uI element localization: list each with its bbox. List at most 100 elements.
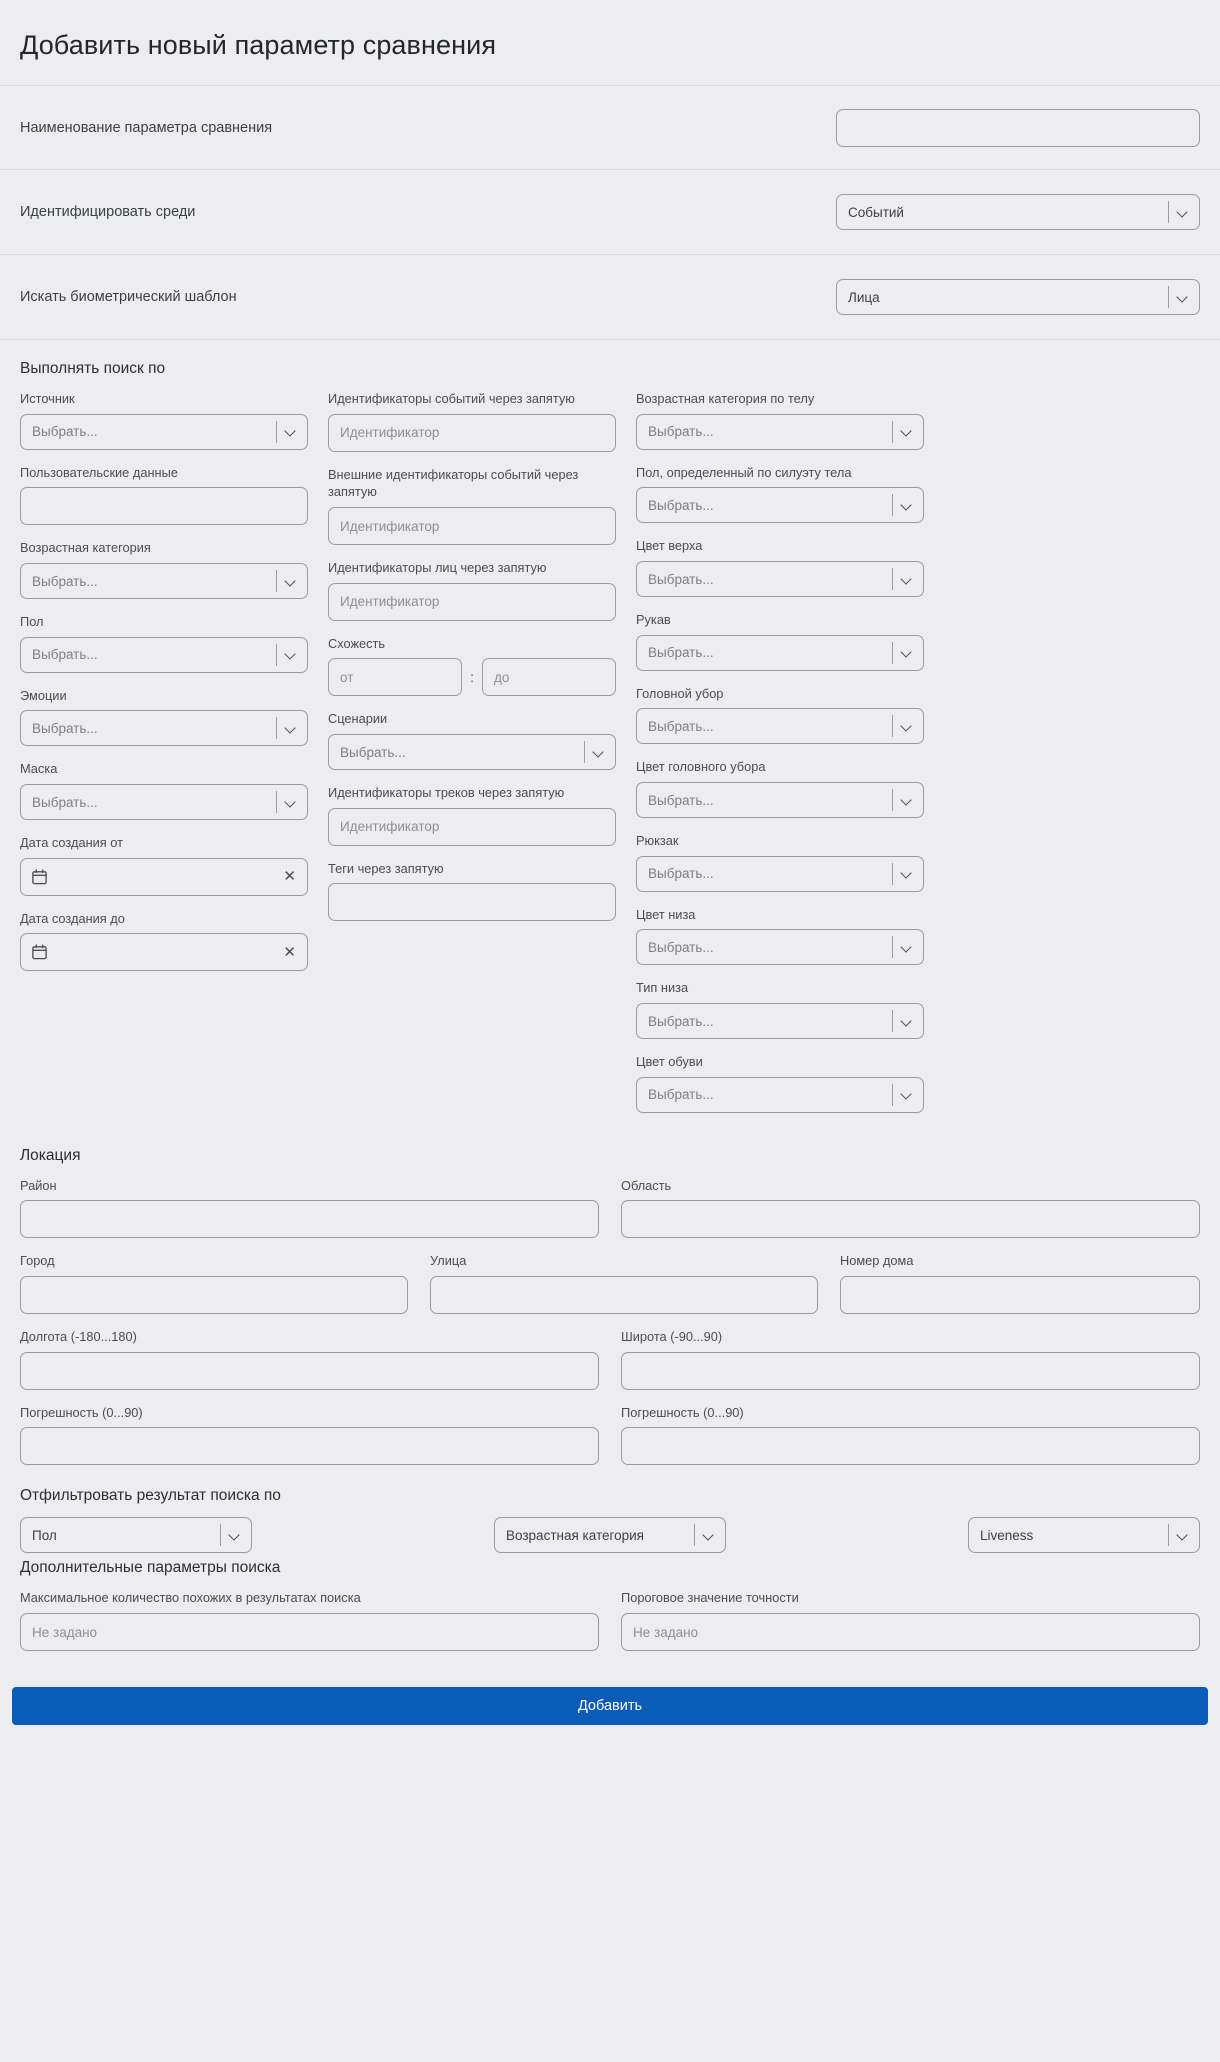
label-backpack: Рюкзак: [636, 833, 679, 849]
clear-icon[interactable]: ✕: [283, 869, 296, 884]
gender-select[interactable]: Выбрать...: [20, 636, 308, 673]
user-data-input[interactable]: [20, 487, 308, 526]
sleeve-select[interactable]: Выбрать...: [636, 634, 924, 671]
label-similarity: Схожесть: [328, 635, 386, 651]
chevron-down-icon[interactable]: [892, 420, 923, 443]
comparison-name-input[interactable]: [836, 108, 1200, 147]
upper-color-value: Выбрать...: [648, 571, 714, 587]
chevron-down-icon[interactable]: [276, 717, 307, 740]
external-event-ids-input[interactable]: Идентификатор: [328, 507, 616, 546]
backpack-select[interactable]: Выбрать...: [636, 855, 924, 892]
chevron-down-icon[interactable]: [276, 791, 307, 814]
similarity-from-input[interactable]: от: [328, 658, 463, 697]
field-sleeve: Рукав Выбрать...: [636, 611, 924, 671]
body-age-category-select[interactable]: Выбрать...: [636, 413, 924, 450]
label-headwear-color: Цвет головного убора: [636, 759, 766, 775]
label-body-gender: Пол, определенный по силуэту тела: [636, 464, 852, 480]
chevron-down-icon[interactable]: [276, 420, 307, 443]
city-input[interactable]: [20, 1276, 408, 1315]
lower-color-select[interactable]: Выбрать...: [636, 929, 924, 966]
shoe-color-select[interactable]: Выбрать...: [636, 1076, 924, 1113]
latitude-input[interactable]: [621, 1351, 1200, 1390]
label-shoe-color: Цвет обуви: [636, 1054, 703, 1070]
street-input[interactable]: [430, 1276, 818, 1315]
chevron-down-icon[interactable]: [276, 570, 307, 593]
district-input[interactable]: [20, 1200, 599, 1239]
filter-gender-select[interactable]: Пол: [20, 1517, 252, 1554]
event-ids-input[interactable]: Идентификатор: [328, 413, 616, 452]
scenarios-select[interactable]: Выбрать...: [328, 734, 616, 771]
add-button[interactable]: Добавить: [12, 1687, 1208, 1725]
source-select[interactable]: Выбрать...: [20, 413, 308, 450]
chevron-down-icon[interactable]: [892, 1083, 923, 1106]
body-gender-select[interactable]: Выбрать...: [636, 487, 924, 524]
created-from-date-input[interactable]: ✕: [20, 857, 308, 896]
label-tags: Теги через запятую: [328, 860, 444, 876]
region-input[interactable]: [621, 1200, 1200, 1239]
chevron-down-icon[interactable]: [1168, 201, 1199, 224]
chevron-down-icon[interactable]: [584, 741, 615, 764]
mask-select[interactable]: Выбрать...: [20, 784, 308, 821]
headwear-color-select[interactable]: Выбрать...: [636, 782, 924, 819]
chevron-down-icon[interactable]: [892, 715, 923, 738]
chevron-down-icon[interactable]: [892, 641, 923, 664]
tags-input[interactable]: [328, 883, 616, 922]
track-ids-input[interactable]: Идентификатор: [328, 807, 616, 846]
chevron-down-icon[interactable]: [892, 862, 923, 885]
chevron-down-icon[interactable]: [892, 568, 923, 591]
label-identify-among: Идентифицировать среди: [20, 204, 196, 221]
search-column-left: Источник Выбрать... Пользовательские дан…: [20, 390, 308, 985]
filter-section-title: Отфильтровать результат поиска по: [20, 1487, 281, 1505]
field-longitude: Долгота (-180...180): [20, 1328, 599, 1390]
filter-liveness-select[interactable]: Liveness: [968, 1517, 1200, 1554]
search-fields-grid: Источник Выбрать... Пользовательские дан…: [20, 390, 1200, 1127]
label-upper-color: Цвет верха: [636, 538, 703, 554]
label-body-age-category: Возрастная категория по телу: [636, 391, 815, 407]
field-body-age-category: Возрастная категория по телу Выбрать...: [636, 390, 924, 450]
longitude-input[interactable]: [20, 1351, 599, 1390]
max-similar-placeholder: Не задано: [32, 1624, 98, 1640]
label-latitude: Широта (-90...90): [621, 1329, 723, 1345]
filter-liveness-cell: Liveness: [968, 1517, 1200, 1554]
face-ids-input[interactable]: Идентификатор: [328, 582, 616, 621]
chevron-down-icon[interactable]: [892, 1010, 923, 1033]
headwear-color-value: Выбрать...: [648, 792, 714, 808]
created-to-date-input[interactable]: ✕: [20, 933, 308, 972]
chevron-down-icon[interactable]: [220, 1524, 251, 1547]
biometric-template-select[interactable]: Лица: [836, 279, 1200, 316]
chevron-down-icon[interactable]: [1168, 1524, 1199, 1547]
emotions-select[interactable]: Выбрать...: [20, 710, 308, 747]
similarity-to-input[interactable]: до: [481, 658, 617, 697]
calendar-icon[interactable]: [31, 943, 48, 961]
filter-age-category-select[interactable]: Возрастная категория: [494, 1517, 726, 1554]
field-city: Город: [20, 1252, 408, 1315]
clear-icon[interactable]: ✕: [283, 945, 296, 960]
calendar-icon[interactable]: [31, 868, 48, 886]
label-user-data: Пользовательские данные: [20, 464, 178, 480]
identify-among-select[interactable]: Событий: [836, 194, 1200, 231]
label-city: Город: [20, 1253, 55, 1269]
chevron-down-icon[interactable]: [1168, 286, 1199, 309]
age-category-select[interactable]: Выбрать...: [20, 563, 308, 600]
lower-type-select[interactable]: Выбрать...: [636, 1003, 924, 1040]
field-created-to: Дата создания до ✕: [20, 910, 308, 972]
field-age-category: Возрастная категория Выбрать...: [20, 539, 308, 600]
chevron-down-icon[interactable]: [276, 643, 307, 666]
max-similar-input[interactable]: Не задано: [20, 1613, 599, 1651]
chevron-down-icon[interactable]: [892, 936, 923, 959]
chevron-down-icon[interactable]: [694, 1524, 725, 1547]
threshold-input[interactable]: Не задано: [621, 1613, 1200, 1651]
filter-liveness-value: Liveness: [980, 1527, 1034, 1543]
longitude-accuracy-input[interactable]: [20, 1427, 599, 1466]
chevron-down-icon[interactable]: [892, 789, 923, 812]
filter-selects-row: Пол Возрастная категория Liveness: [20, 1517, 1200, 1554]
label-lower-color: Цвет низа: [636, 906, 696, 922]
comparison-name-field-wrap: [836, 108, 1200, 147]
latitude-accuracy-input[interactable]: [621, 1427, 1200, 1466]
headwear-select[interactable]: Выбрать...: [636, 708, 924, 745]
label-source: Источник: [20, 391, 75, 407]
chevron-down-icon[interactable]: [892, 494, 923, 517]
upper-color-select[interactable]: Выбрать...: [636, 561, 924, 598]
field-latitude-accuracy: Погрешность (0...90): [621, 1404, 1200, 1466]
house-number-input[interactable]: [840, 1276, 1200, 1315]
